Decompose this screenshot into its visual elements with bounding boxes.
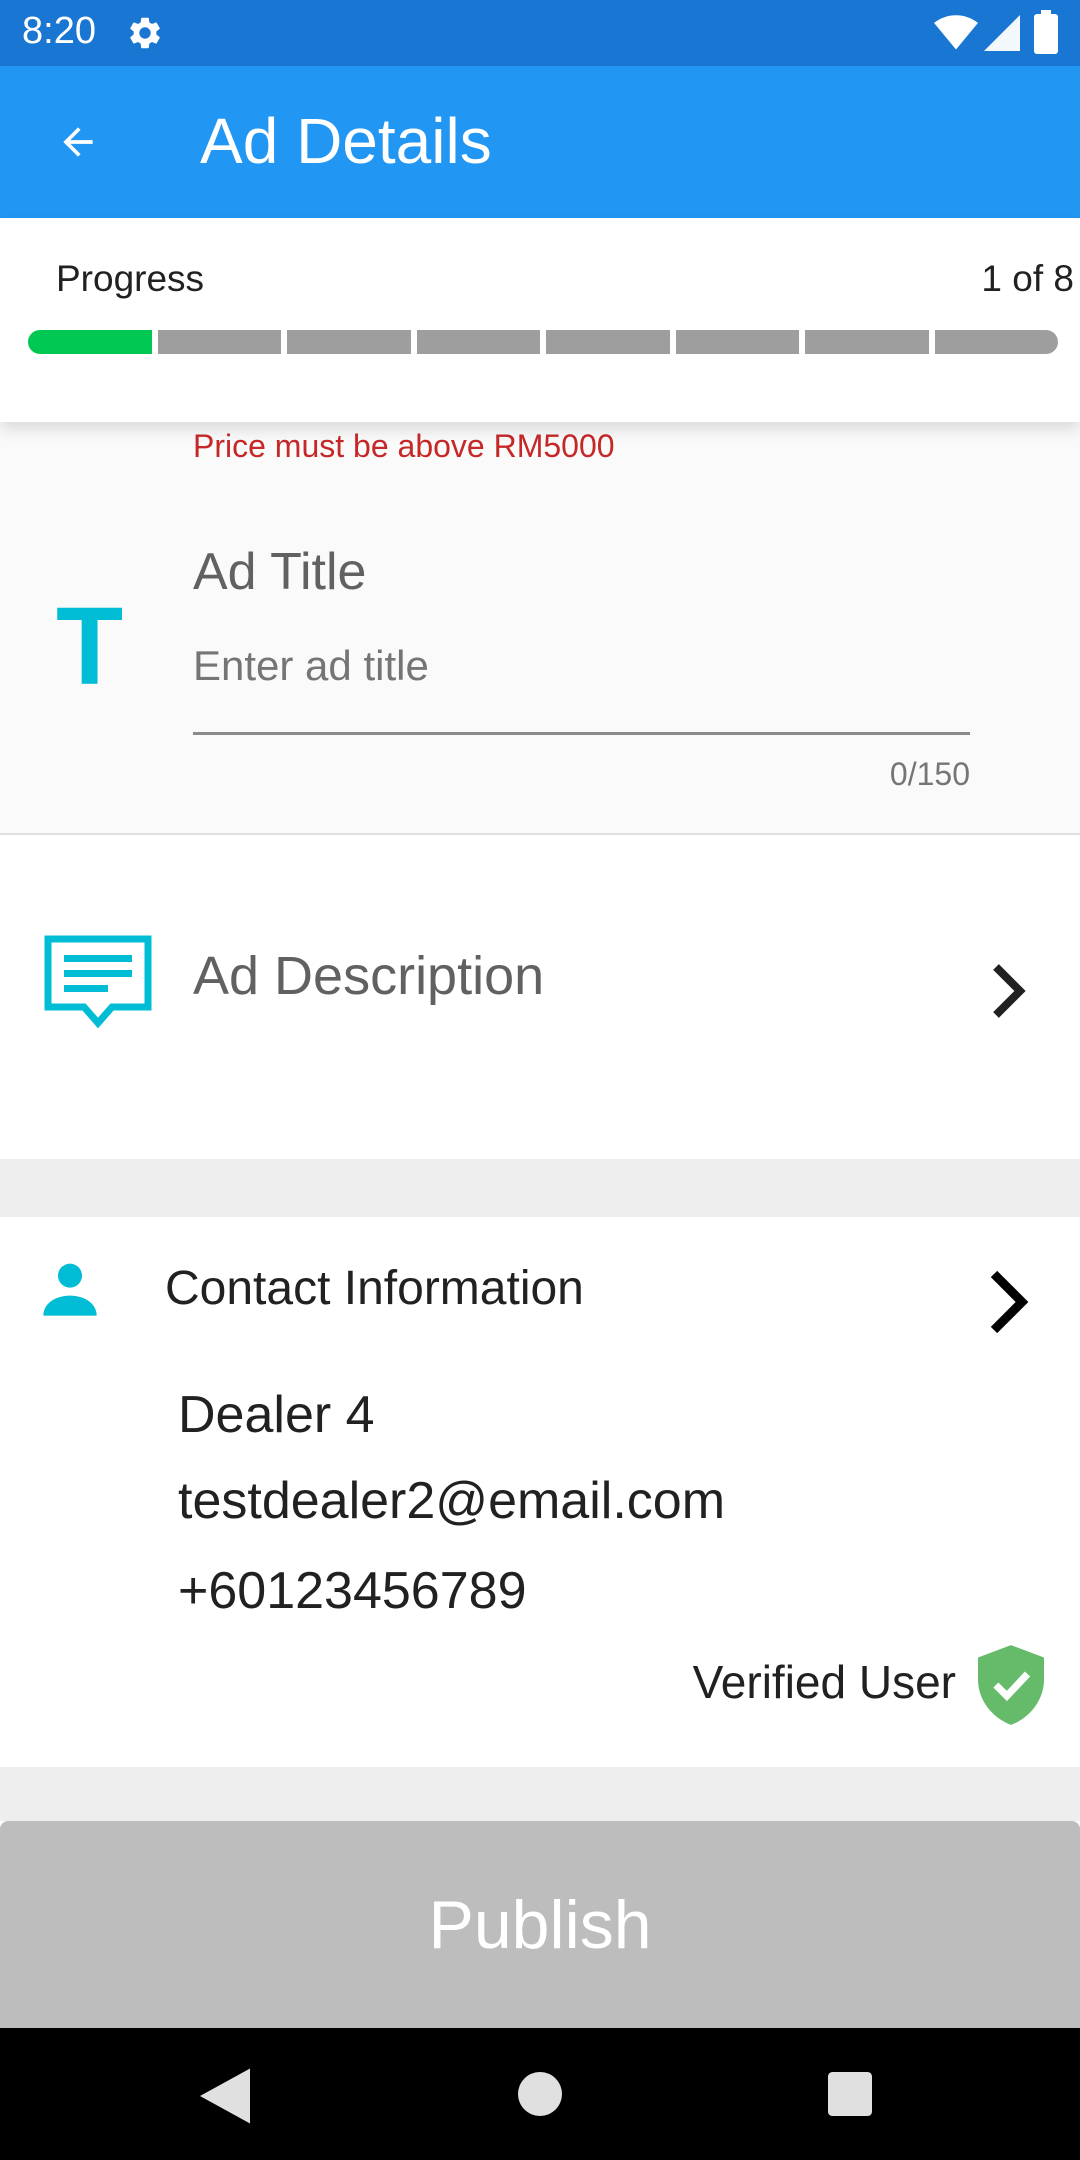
ad-title-underline <box>193 732 970 735</box>
app-bar: Ad Details <box>0 66 1080 218</box>
nav-home-icon[interactable] <box>518 2072 562 2116</box>
system-nav-bar <box>0 2028 1080 2160</box>
ad-title-input[interactable] <box>193 634 970 698</box>
ad-title-section: Price must be above RM5000 T Ad Title 0/… <box>0 422 1080 834</box>
ad-description-label: Ad Description <box>193 946 545 1006</box>
wifi-icon <box>934 15 978 50</box>
price-error-message: Price must be above RM5000 <box>193 428 615 464</box>
chevron-right-icon[interactable] <box>984 1267 1032 1337</box>
ad-description-row[interactable]: Ad Description <box>0 835 1080 1159</box>
nav-recents-icon[interactable] <box>828 2072 872 2116</box>
section-gap <box>0 1159 1080 1217</box>
contact-email: testdealer2@email.com <box>178 1472 726 1530</box>
section-gap <box>0 1767 1080 1821</box>
progress-label: Progress <box>56 258 205 299</box>
back-button[interactable] <box>40 110 116 174</box>
text-title-icon: T <box>56 585 124 708</box>
person-icon <box>43 1263 97 1316</box>
progress-segment <box>287 330 411 354</box>
page-title: Ad Details <box>200 105 492 177</box>
status-bar: 8:20 <box>0 0 1080 66</box>
progress-segment <box>934 330 1058 354</box>
verified-shield-icon <box>978 1645 1044 1725</box>
contact-heading: Contact Information <box>165 1262 584 1315</box>
contact-name: Dealer 4 <box>178 1386 375 1444</box>
signal-icon <box>984 15 1020 51</box>
progress-segment <box>805 330 929 354</box>
progress-bar <box>28 330 1058 354</box>
ad-title-label: Ad Title <box>193 543 367 601</box>
progress-card: Progress 1 of 8 <box>0 218 1080 422</box>
contact-phone: +60123456789 <box>178 1562 527 1620</box>
status-time: 8:20 <box>22 10 96 52</box>
verified-user-label: Verified User <box>692 1656 956 1708</box>
ad-title-char-counter: 0/150 <box>889 756 970 792</box>
description-icon <box>44 935 152 1029</box>
battery-icon <box>1034 10 1058 54</box>
progress-segment <box>675 330 799 354</box>
progress-segment <box>157 330 281 354</box>
progress-segment <box>28 330 152 354</box>
publish-button[interactable]: Publish <box>0 1821 1080 2028</box>
arrow-back-icon <box>63 127 93 157</box>
chevron-right-icon <box>993 964 1026 1018</box>
progress-count: 1 of 8 <box>981 258 1074 299</box>
progress-segment <box>546 330 670 354</box>
progress-segment <box>416 330 540 354</box>
contact-information-card: Contact Information Dealer 4 testdealer2… <box>0 1217 1080 1767</box>
nav-back-icon[interactable] <box>200 2068 250 2124</box>
gear-icon <box>130 17 160 49</box>
